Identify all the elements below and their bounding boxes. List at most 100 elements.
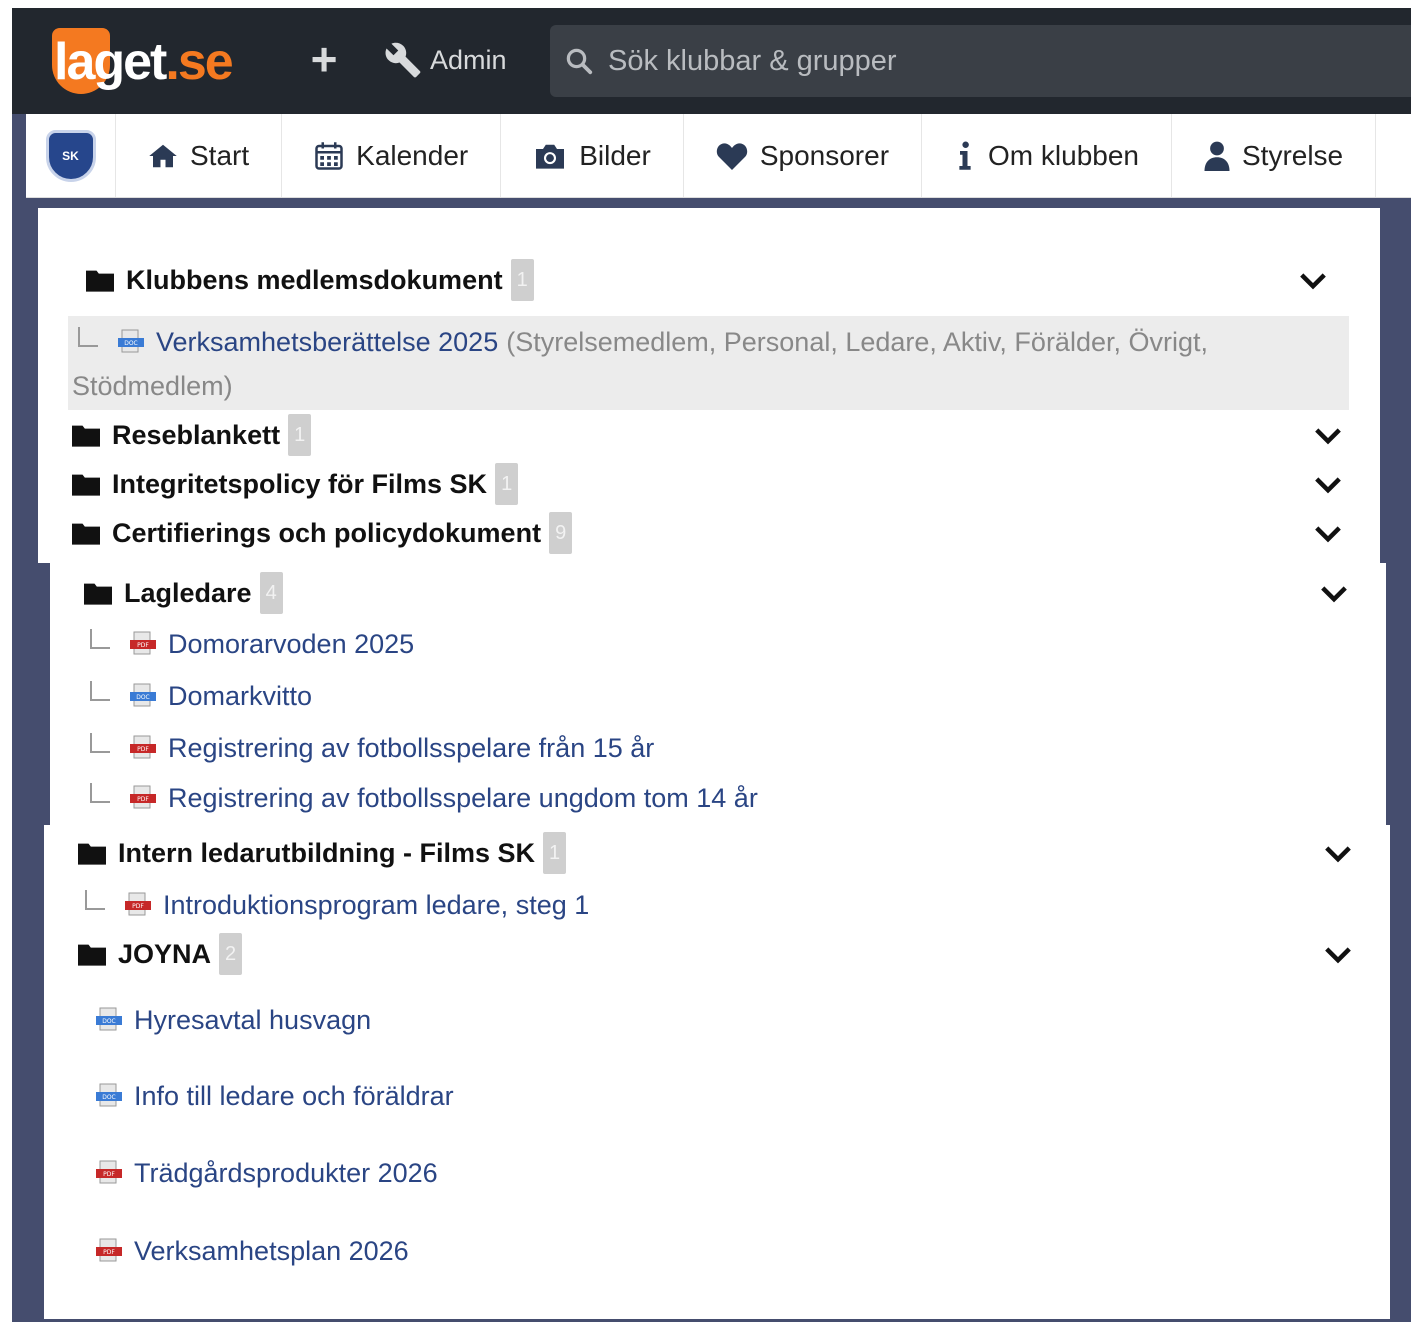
- doc-verksamhetsberattelse-2025[interactable]: DOC Verksamhetsberättelse 2025 (Styrelse…: [78, 322, 1208, 362]
- svg-text:PDF: PDF: [137, 746, 149, 753]
- club-crest: SK: [45, 129, 96, 182]
- count-badge: 1: [288, 414, 312, 456]
- nav-label: Styrelse: [1241, 139, 1344, 171]
- svg-text:DOC: DOC: [136, 694, 150, 701]
- home-icon: [149, 144, 177, 167]
- nav-kalender[interactable]: Kalender: [282, 114, 502, 197]
- camera-icon: [536, 144, 565, 169]
- svg-text:PDF: PDF: [132, 903, 144, 910]
- doc-title: Domarkvitto: [168, 680, 313, 711]
- doc-domarkvitto[interactable]: DOC Domarkvitto: [90, 676, 312, 716]
- chevron-down-icon[interactable]: [1319, 578, 1349, 608]
- tree-connector: [78, 327, 98, 347]
- folder-icon: [78, 843, 106, 865]
- nav-start[interactable]: Start: [116, 114, 283, 197]
- club-nav: SK Start Kalender Bilder Sponsorer Om kl…: [26, 114, 1411, 198]
- chevron-down-icon[interactable]: [1323, 838, 1353, 868]
- nav-label: Bilder: [579, 139, 651, 171]
- svg-text:PDF: PDF: [103, 1171, 115, 1178]
- doc-registrering-15[interactable]: PDF Registrering av fotbollsspelare från…: [90, 728, 654, 768]
- pdf-icon: PDF: [96, 1160, 122, 1184]
- folder-name: Lagledare: [124, 577, 252, 608]
- folder-name: Integritetspolicy för Films SK: [112, 468, 488, 499]
- doc-tradgardsprodukter[interactable]: PDF Trädgårdsprodukter 2026: [94, 1153, 438, 1193]
- admin-label: Admin: [430, 44, 507, 75]
- nav-styrelse[interactable]: Styrelse: [1172, 114, 1377, 197]
- chevron-down-icon[interactable]: [1313, 469, 1343, 499]
- folder-reseblankett[interactable]: Reseblankett 1: [72, 413, 312, 457]
- doc-title: Registrering av fotbollsspelare från 15 …: [168, 732, 655, 763]
- nav-bilder[interactable]: Bilder: [501, 114, 684, 197]
- doc-roles-continuation: Stödmedlem): [72, 366, 233, 406]
- user-icon: [1204, 141, 1230, 171]
- count-badge: 1: [495, 463, 519, 505]
- pdf-icon: PDF: [130, 785, 156, 809]
- doc-domararvoden[interactable]: PDF Domorarvoden 2025: [90, 624, 414, 664]
- folder-lagledare[interactable]: Lagledare 4: [84, 571, 283, 615]
- folder-joyna[interactable]: JOYNA 2: [78, 932, 243, 976]
- logo-text: laget.se: [54, 33, 234, 91]
- laget-logo[interactable]: laget.se: [52, 26, 234, 98]
- folder-integritetspolicy[interactable]: Integritetspolicy för Films SK 1: [72, 462, 519, 506]
- chevron-down-icon[interactable]: [1298, 265, 1328, 295]
- count-badge: 1: [543, 832, 567, 874]
- nav-label: Kalender: [356, 139, 469, 171]
- count-badge: 1: [510, 259, 534, 301]
- doc-registrering-ungdom[interactable]: PDF Registrering av fotbollsspelare ungd…: [90, 778, 758, 818]
- doc-hyresavtal-husvagn[interactable]: DOC Hyresavtal husvagn: [94, 1000, 371, 1040]
- calendar-icon: [315, 141, 343, 170]
- word-doc-icon: DOC: [96, 1007, 122, 1031]
- doc-title: Verksamhetsberättelse 2025: [156, 326, 499, 357]
- nav-label: Start: [190, 139, 250, 171]
- top-bar: laget.se + Admin: [12, 8, 1411, 114]
- nav-sponsorer[interactable]: Sponsorer: [684, 114, 923, 197]
- svg-text:PDF: PDF: [137, 642, 149, 649]
- doc-title: Verksamhetsplan 2026: [134, 1235, 409, 1266]
- chevron-down-icon[interactable]: [1313, 420, 1343, 450]
- info-icon: [959, 141, 971, 170]
- word-doc-icon: DOC: [96, 1083, 122, 1107]
- tree-connector: [90, 681, 110, 701]
- tree-connector: [90, 629, 110, 649]
- word-doc-icon: DOC: [130, 683, 156, 707]
- doc-title: Hyresavtal husvagn: [134, 1004, 372, 1035]
- svg-text:DOC: DOC: [102, 1018, 116, 1025]
- chevron-down-icon[interactable]: [1313, 518, 1343, 548]
- folder-icon: [72, 523, 100, 545]
- doc-title: Trädgårdsprodukter 2026: [134, 1157, 438, 1188]
- doc-introduktionsprogram[interactable]: PDF Introduktionsprogram ledare, steg 1: [85, 885, 589, 925]
- folder-certifierings[interactable]: Certifierings och policydokument 9: [72, 511, 573, 555]
- doc-roles: Stödmedlem): [72, 370, 233, 401]
- folder-name: Klubbens medlemsdokument: [126, 264, 503, 295]
- folder-intern-ledarutbildning[interactable]: Intern ledarutbildning - Films SK 1: [78, 831, 567, 875]
- count-badge: 2: [219, 933, 243, 975]
- nav-label: Om klubben: [988, 139, 1139, 171]
- wrench-icon: [385, 42, 421, 78]
- tree-connector: [90, 733, 110, 753]
- nav-om-klubben[interactable]: Om klubben: [922, 114, 1172, 197]
- svg-text:PDF: PDF: [137, 796, 149, 803]
- svg-text:DOC: DOC: [124, 340, 138, 347]
- folder-name: Certifierings och policydokument: [112, 517, 542, 548]
- heart-icon: [716, 142, 748, 170]
- folder-icon: [86, 270, 114, 292]
- doc-info-ledare-foraldrar[interactable]: DOC Info till ledare och föräldrar: [94, 1076, 454, 1116]
- doc-roles: (Styrelsemedlem, Personal, Ledare, Aktiv…: [506, 326, 1208, 357]
- count-badge: 9: [549, 512, 573, 554]
- search-box[interactable]: [550, 25, 1411, 97]
- doc-verksamhetsplan-2026[interactable]: PDF Verksamhetsplan 2026: [94, 1231, 409, 1271]
- admin-button[interactable]: Admin: [384, 38, 507, 82]
- club-crest-link[interactable]: SK: [26, 114, 116, 197]
- add-button[interactable]: +: [304, 36, 344, 82]
- doc-title: Introduktionsprogram ledare, steg 1: [163, 889, 590, 920]
- chevron-down-icon[interactable]: [1323, 939, 1353, 969]
- pdf-icon: PDF: [96, 1238, 122, 1262]
- search-input[interactable]: [608, 44, 1208, 78]
- folder-klubbens-medlemsdokument[interactable]: Klubbens medlemsdokument 1: [86, 258, 534, 302]
- svg-text:PDF: PDF: [103, 1249, 115, 1256]
- pdf-icon: PDF: [130, 735, 156, 759]
- doc-title: Info till ledare och föräldrar: [134, 1080, 454, 1111]
- word-doc-icon: DOC: [118, 329, 144, 353]
- tree-connector: [85, 890, 105, 910]
- doc-title: Domorarvoden 2025: [168, 628, 415, 659]
